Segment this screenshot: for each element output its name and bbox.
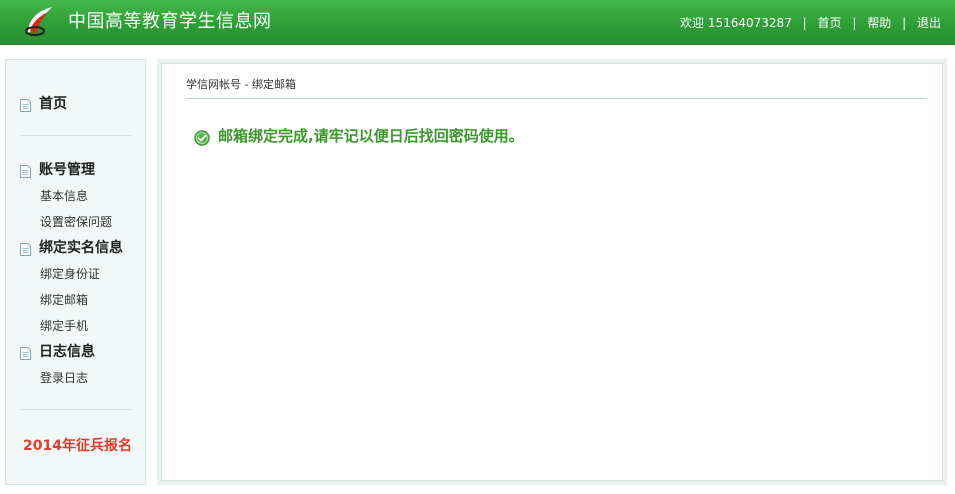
sidebar-section-account: 账号管理 bbox=[20, 160, 95, 180]
document-icon bbox=[20, 346, 31, 360]
document-icon bbox=[20, 242, 31, 256]
sidebar-section-label: 账号管理 bbox=[39, 162, 95, 178]
nav-separator: | bbox=[802, 16, 807, 30]
sidebar-section-realname: 绑定实名信息 bbox=[20, 238, 123, 258]
nav-help-link[interactable]: 帮助 bbox=[867, 16, 891, 30]
nav-logout-link[interactable]: 退出 bbox=[917, 16, 941, 30]
sidebar-item-basic-info[interactable]: 基本信息 bbox=[40, 188, 88, 204]
nav-home-link[interactable]: 首页 bbox=[818, 16, 842, 30]
sidebar-item-bind-phone[interactable]: 绑定手机 bbox=[40, 318, 88, 334]
sidebar-divider bbox=[20, 409, 132, 410]
sidebar-item-home[interactable]: 首页 bbox=[20, 94, 67, 114]
sidebar-section-log: 日志信息 bbox=[20, 342, 95, 362]
document-icon bbox=[20, 164, 31, 178]
document-icon bbox=[20, 98, 31, 112]
recruit-link[interactable]: 2014年征兵报名 bbox=[23, 436, 132, 456]
success-message: 邮箱绑定完成,请牢记以便日后找回密码使用。 bbox=[218, 127, 524, 145]
nav-separator: | bbox=[852, 16, 857, 30]
sidebar-divider bbox=[20, 135, 132, 136]
sidebar-item-bind-id[interactable]: 绑定身份证 bbox=[40, 266, 100, 282]
sidebar-item-security-question[interactable]: 设置密保问题 bbox=[40, 214, 112, 230]
nav-separator: | bbox=[902, 16, 907, 30]
content-area: 学信网帐号 - 绑定邮箱 邮箱绑定完成,请牢记以便日后找回密码使用。 bbox=[161, 63, 943, 481]
sidebar-item-bind-email[interactable]: 绑定邮箱 bbox=[40, 292, 88, 308]
site-title: 中国高等教育学生信息网 bbox=[68, 11, 272, 32]
sidebar-home-label: 首页 bbox=[39, 96, 67, 112]
sidebar-section-label: 绑定实名信息 bbox=[39, 240, 123, 256]
top-header: 中国高等教育学生信息网 欢迎 15164073287 | 首页 | 帮助 | 退… bbox=[0, 0, 955, 45]
sidebar: 首页 账号管理 基本信息 设置密保问题 绑定实名信息 绑定身份证 绑定邮箱 绑定… bbox=[5, 59, 146, 485]
welcome-text: 欢迎 15164073287 bbox=[680, 16, 792, 30]
top-nav: 欢迎 15164073287 | 首页 | 帮助 | 退出 bbox=[680, 14, 941, 32]
check-circle-icon bbox=[194, 130, 210, 146]
sidebar-section-label: 日志信息 bbox=[39, 344, 95, 360]
breadcrumb: 学信网帐号 - 绑定邮箱 bbox=[186, 74, 926, 99]
success-notice: 邮箱绑定完成,请牢记以便日后找回密码使用。 bbox=[194, 126, 524, 146]
sidebar-item-login-log[interactable]: 登录日志 bbox=[40, 370, 88, 386]
main-panel: 学信网帐号 - 绑定邮箱 邮箱绑定完成,请牢记以便日后找回密码使用。 bbox=[157, 59, 947, 485]
site-logo-icon[interactable] bbox=[22, 3, 58, 39]
